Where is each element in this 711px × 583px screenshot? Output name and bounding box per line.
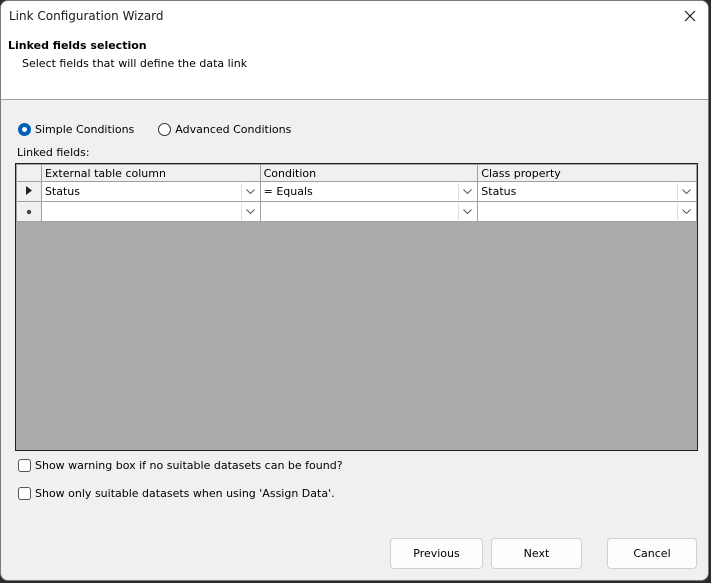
row-header[interactable] (16, 181, 42, 202)
column-header-external[interactable]: External table column (40, 164, 261, 182)
show-only-suitable-checkbox[interactable]: Show only suitable datasets when using '… (18, 487, 335, 500)
row-header-corner (16, 164, 42, 182)
checkbox-unchecked-icon (18, 459, 31, 472)
chevron-down-icon[interactable] (677, 183, 695, 200)
external-column-dropdown[interactable] (41, 202, 260, 221)
advanced-conditions-radio[interactable]: Advanced Conditions (158, 123, 291, 136)
radio-unchecked-icon (158, 123, 172, 136)
checkbox-unchecked-icon (18, 487, 31, 500)
chevron-down-icon[interactable] (240, 183, 259, 200)
simple-conditions-label: Simple Conditions (35, 123, 135, 136)
show-warning-checkbox[interactable]: Show warning box if no suitable datasets… (18, 459, 343, 472)
window-title: Link Configuration Wizard (9, 9, 164, 23)
simple-conditions-radio[interactable]: Simple Conditions (18, 123, 134, 136)
next-button[interactable]: Next (491, 538, 582, 569)
chevron-down-icon[interactable] (458, 203, 476, 220)
page-heading: Linked fields selection (8, 39, 147, 52)
header-area: Link Configuration Wizard Linked fields … (1, 1, 708, 100)
new-row-asterisk-icon (26, 209, 32, 215)
condition-dropdown[interactable]: = Equals (260, 182, 478, 201)
external-column-value: Status (44, 185, 81, 198)
class-property-dropdown[interactable] (478, 202, 696, 221)
chevron-down-icon[interactable] (677, 203, 695, 220)
show-only-suitable-label: Show only suitable datasets when using '… (35, 487, 335, 500)
table-row-new[interactable] (16, 201, 697, 222)
linked-fields-label: Linked fields: (17, 146, 90, 159)
close-icon (684, 10, 696, 22)
table-row[interactable]: Status = Equals Status (16, 181, 697, 202)
show-warning-label: Show warning box if no suitable datasets… (35, 459, 343, 472)
radio-checked-icon (18, 123, 31, 136)
condition-dropdown[interactable] (260, 202, 478, 221)
chevron-down-icon[interactable] (458, 183, 476, 200)
advanced-conditions-label: Advanced Conditions (175, 123, 292, 136)
page-subheading: Select fields that will define the data … (22, 57, 248, 70)
column-header-condition[interactable]: Condition (259, 164, 479, 182)
class-property-value: Status (481, 185, 517, 198)
class-property-dropdown[interactable]: Status (478, 182, 696, 201)
previous-button[interactable]: Previous (390, 538, 483, 569)
linked-fields-grid[interactable]: External table column Condition Class pr… (15, 163, 698, 451)
condition-value: = Equals (263, 185, 313, 198)
column-header-class-property[interactable]: Class property (477, 164, 697, 182)
current-row-arrow-icon (25, 186, 32, 195)
grid-header-row: External table column Condition Class pr… (16, 164, 697, 182)
row-header[interactable] (16, 201, 42, 222)
cancel-button[interactable]: Cancel (607, 538, 697, 569)
wizard-dialog: Link Configuration Wizard Linked fields … (0, 0, 709, 581)
chevron-down-icon[interactable] (240, 203, 259, 220)
close-button[interactable] (678, 5, 702, 27)
condition-mode-group: Simple Conditions Advanced Conditions (18, 123, 315, 136)
external-column-dropdown[interactable]: Status (41, 182, 260, 201)
